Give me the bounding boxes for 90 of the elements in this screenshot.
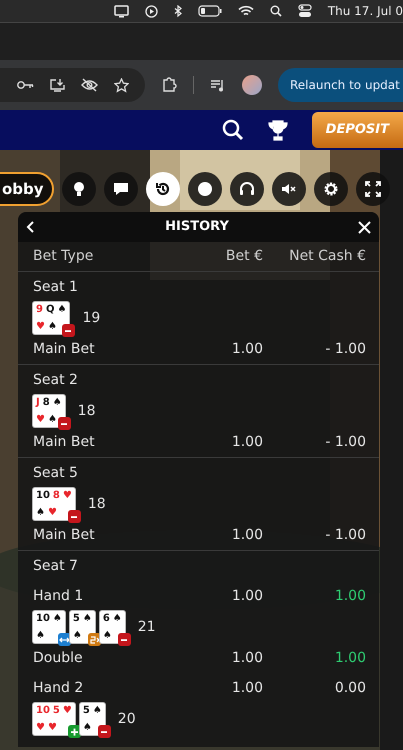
card-symbol: 6 bbox=[102, 612, 110, 625]
trophy-icon[interactable] bbox=[268, 120, 288, 140]
bet-type-label: Main Bet bbox=[33, 340, 96, 358]
card-symbol: Q bbox=[46, 303, 54, 316]
hand-total: 19 bbox=[82, 308, 100, 328]
card-symbol: ♠ bbox=[92, 704, 102, 717]
bet-type-label: Main Bet bbox=[33, 432, 96, 452]
close-icon[interactable] bbox=[358, 220, 371, 234]
card-symbol: ♠ bbox=[102, 629, 112, 642]
card-symbol: ♠ bbox=[57, 303, 66, 316]
bluetooth-icon[interactable] bbox=[174, 4, 182, 18]
bet-amount: 1.00 bbox=[230, 678, 263, 698]
card-symbol: ♥ bbox=[36, 413, 45, 426]
card-symbol: 5 bbox=[52, 704, 60, 717]
card-symbol: ♥ bbox=[48, 506, 57, 519]
column-header: Bet € bbox=[224, 247, 263, 266]
puzzle-icon[interactable] bbox=[161, 77, 177, 93]
battery-icon[interactable] bbox=[198, 5, 222, 17]
download-icon[interactable] bbox=[50, 78, 65, 92]
card-symbol: 5 bbox=[82, 704, 90, 717]
card-symbol: 8 bbox=[42, 396, 50, 409]
play-icon[interactable] bbox=[144, 4, 158, 18]
bet-amount: 1.00 bbox=[230, 586, 263, 606]
bet-type-label: Main Bet bbox=[33, 526, 96, 544]
bet-type-label: Hand 1 bbox=[33, 586, 84, 606]
net-cash-amount: - 1.00 bbox=[324, 526, 366, 544]
net-cash-amount: 1.00 bbox=[334, 648, 366, 668]
card-symbol: ♠ bbox=[48, 320, 57, 333]
card-symbol: ♥ bbox=[62, 489, 72, 502]
card-symbol: ♠ bbox=[36, 506, 45, 519]
bet-type-label: Hand 2 bbox=[33, 678, 84, 698]
card-symbol: ♠ bbox=[48, 413, 57, 426]
card-symbol: ♥ bbox=[36, 721, 45, 734]
toggle-icon[interactable] bbox=[298, 4, 312, 18]
net-cash-amount: 0.00 bbox=[334, 678, 366, 698]
hand-total: 21 bbox=[138, 618, 156, 636]
panel-title: HISTORY bbox=[165, 218, 229, 236]
chat-icon bbox=[112, 180, 130, 198]
bet-amount: 1.00 bbox=[230, 432, 263, 452]
card-symbol: ♠ bbox=[112, 612, 122, 625]
wifi-icon[interactable] bbox=[238, 5, 254, 17]
card-symbol: J bbox=[36, 396, 40, 409]
menu-bar-clock[interactable]: Thu 17. Jul 0 bbox=[328, 2, 403, 20]
net-cash-amount: 1.00 bbox=[334, 586, 366, 606]
net-cash-amount: - 1.00 bbox=[324, 340, 366, 358]
hand-total: 18 bbox=[88, 494, 106, 514]
card-symbol: ♥ bbox=[48, 721, 57, 734]
lobby-button[interactable]: obby bbox=[0, 172, 54, 206]
bet-type-label: Seat 7 bbox=[33, 556, 79, 576]
card-symbol: 9 bbox=[36, 303, 43, 316]
card-symbol: 10 bbox=[36, 489, 50, 502]
card-symbol: ♠ bbox=[82, 612, 92, 625]
hand-total: 20 bbox=[118, 710, 136, 728]
net-cash-amount: - 1.00 bbox=[324, 432, 366, 452]
search-icon[interactable] bbox=[222, 119, 244, 141]
bet-type-label: Seat 1 bbox=[33, 278, 79, 296]
display-icon[interactable] bbox=[114, 4, 129, 18]
card-symbol: ♠ bbox=[72, 629, 82, 642]
hand-total: 18 bbox=[78, 402, 96, 420]
bet-type-label: Double bbox=[33, 648, 84, 668]
card-symbol: ♠ bbox=[52, 396, 62, 409]
headset-icon bbox=[238, 180, 256, 198]
search-icon[interactable] bbox=[270, 5, 282, 17]
address-bar[interactable] bbox=[0, 68, 145, 102]
history-icon bbox=[154, 180, 172, 198]
card-symbol: ♠ bbox=[36, 629, 45, 642]
key-icon[interactable] bbox=[17, 80, 34, 90]
star-icon[interactable] bbox=[114, 78, 129, 92]
card-symbol: 8 bbox=[52, 489, 60, 502]
relaunch-button[interactable]: Relaunch to updat bbox=[278, 68, 403, 102]
settings-icon bbox=[322, 180, 340, 198]
column-header: Net Cash € bbox=[288, 247, 366, 266]
card-symbol: ♠ bbox=[82, 721, 92, 734]
bet-type-label: Seat 5 bbox=[33, 464, 79, 482]
card-symbol: ♥ bbox=[62, 704, 72, 717]
card-symbol: 10 bbox=[36, 704, 50, 717]
column-header: Bet Type bbox=[33, 247, 94, 266]
card-symbol: ♠ bbox=[52, 612, 62, 625]
profile-avatar[interactable] bbox=[242, 75, 262, 95]
card-symbol: ♥ bbox=[36, 320, 45, 333]
bet-amount: 1.00 bbox=[230, 526, 263, 544]
card-symbol: 5 bbox=[72, 612, 80, 625]
bet-amount: 1.00 bbox=[230, 648, 263, 668]
playlist-icon[interactable] bbox=[210, 78, 226, 92]
bet-type-label: Seat 2 bbox=[33, 370, 79, 390]
bet-amount: 1.00 bbox=[230, 340, 263, 358]
back-icon[interactable] bbox=[26, 221, 36, 233]
eye-off-icon[interactable] bbox=[81, 78, 98, 92]
fullscreen-icon bbox=[364, 180, 382, 198]
card-symbol: 10 bbox=[36, 612, 50, 625]
